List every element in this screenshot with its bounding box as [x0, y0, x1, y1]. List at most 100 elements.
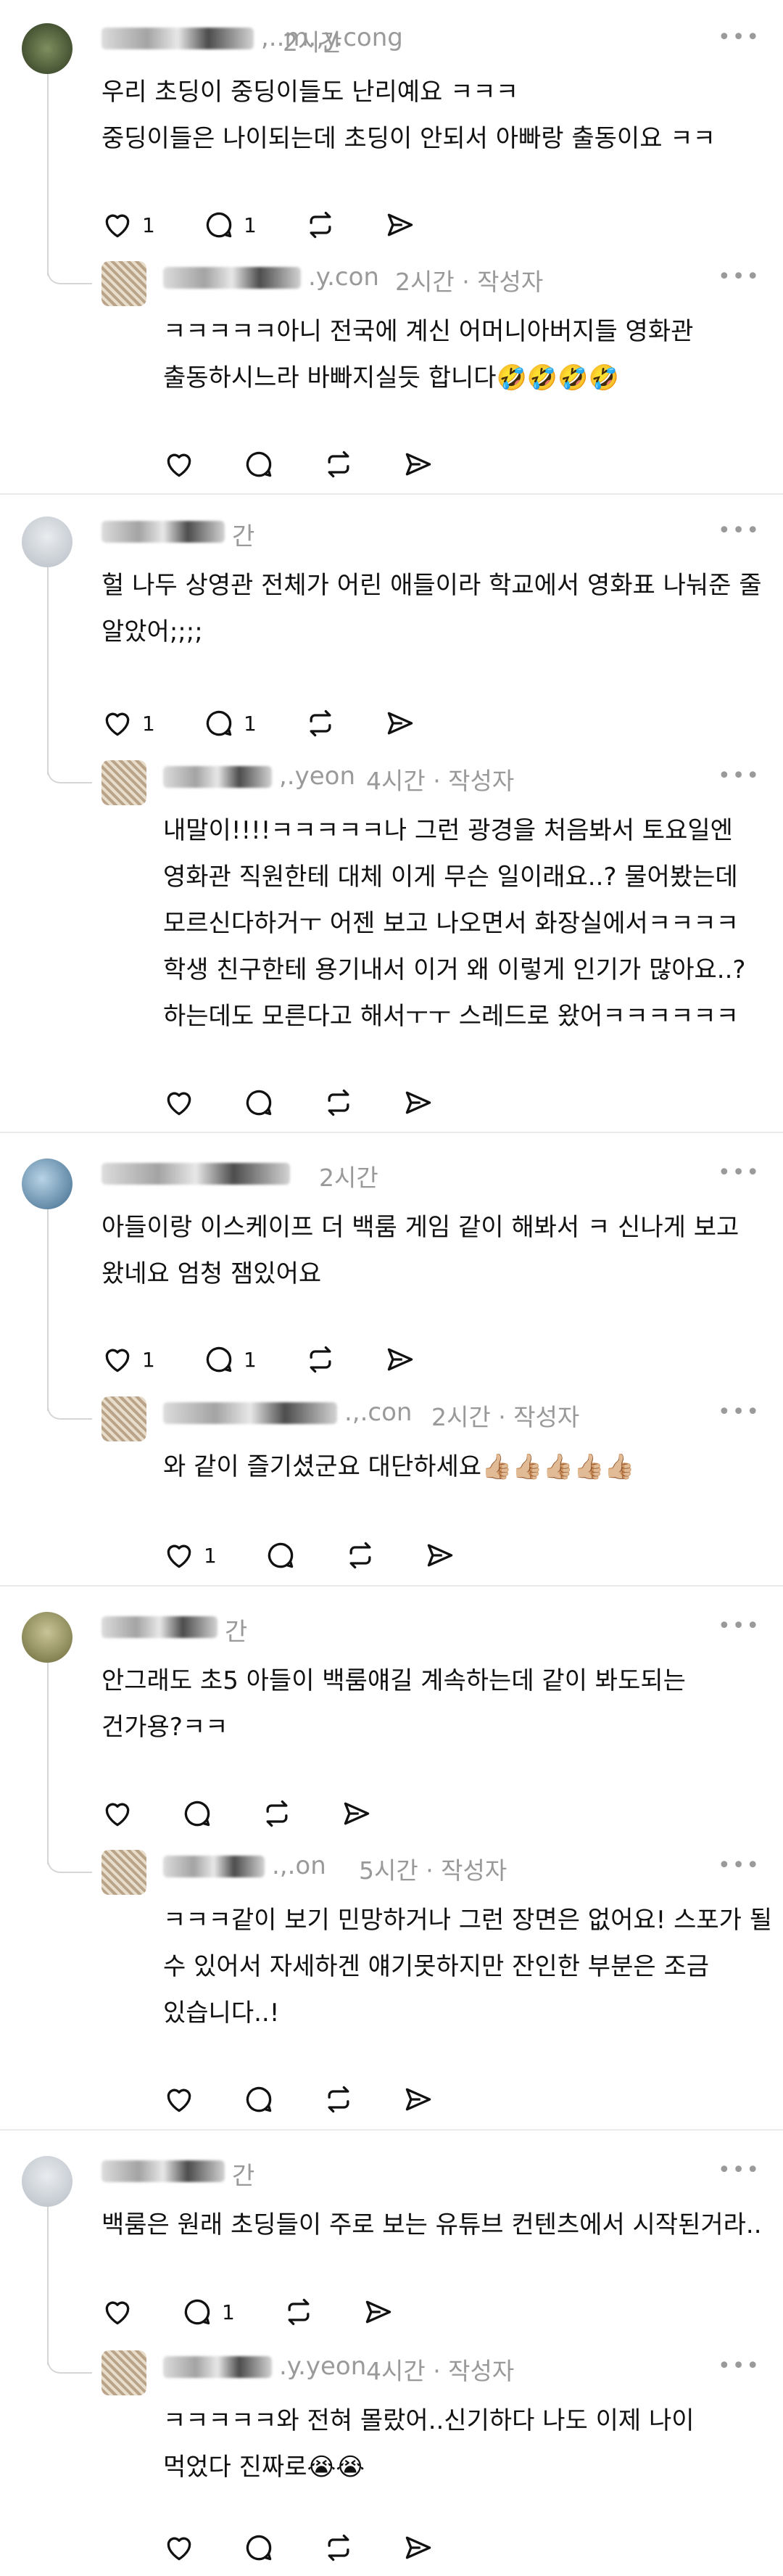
- more-icon[interactable]: •••: [718, 1853, 761, 1878]
- comment-icon[interactable]: [243, 2083, 275, 2115]
- more-icon[interactable]: •••: [718, 264, 761, 289]
- reply-author-suffix: ,.yeon: [279, 762, 356, 791]
- like-icon[interactable]: [102, 209, 133, 241]
- thread-elbow: [47, 1856, 92, 1873]
- repost-icon[interactable]: [323, 2532, 355, 2564]
- like-icon[interactable]: [102, 1798, 133, 1830]
- share-icon[interactable]: [341, 1798, 373, 1830]
- like-count: 1: [142, 213, 155, 237]
- more-icon[interactable]: •••: [718, 25, 761, 50]
- thread-elbow: [47, 766, 92, 783]
- more-icon[interactable]: •••: [718, 1160, 761, 1185]
- avatar[interactable]: [22, 2156, 72, 2207]
- reply-text: 수 있어서 자세하겐 얘기못하지만 잔인한 부분은 조금: [163, 1952, 710, 1981]
- like-icon[interactable]: [163, 448, 195, 480]
- timestamp: 2시간: [319, 1164, 378, 1192]
- comment-divider: [0, 493, 783, 495]
- more-icon[interactable]: •••: [718, 2157, 761, 2183]
- comment-divider: [0, 1132, 783, 1133]
- like-icon[interactable]: [163, 1087, 195, 1119]
- author-name[interactable]: [102, 521, 225, 543]
- share-icon[interactable]: [402, 448, 434, 480]
- reply-text: 학생 친구한테 용기내서 이거 왜 이렇게 인기가 많아요..?: [163, 955, 746, 984]
- comment-icon[interactable]: [203, 1343, 235, 1375]
- reply-author-name[interactable]: [163, 1402, 337, 1424]
- like-icon[interactable]: [102, 707, 133, 739]
- avatar[interactable]: [22, 517, 72, 567]
- reply-text: 내말이!!!!ㅋㅋㅋㅋㅋ나 그런 광경을 처음봐서 토요일엔: [163, 816, 733, 845]
- author-name-suffix: 간: [232, 2162, 255, 2191]
- comment-icon[interactable]: [203, 209, 235, 241]
- reply-text: ㅋㅋㅋㅋㅋ와 전혀 몰랐어..신기하다 나도 이제 나이: [163, 2406, 695, 2435]
- repost-icon[interactable]: [323, 448, 355, 480]
- reply-count: 1: [222, 2300, 235, 2324]
- more-icon[interactable]: •••: [718, 1399, 761, 1425]
- author-avatar[interactable]: [102, 760, 146, 805]
- more-icon[interactable]: •••: [718, 518, 761, 543]
- reply-author-suffix: .y.yeon: [279, 2352, 367, 2381]
- thread-line: [47, 2205, 49, 2365]
- comment-text: 백룸은 원래 초딩들이 주로 보는 유튜브 컨텐츠에서 시작된거라..: [102, 2210, 762, 2239]
- like-icon[interactable]: [102, 1343, 133, 1375]
- share-icon[interactable]: [402, 2083, 434, 2115]
- repost-icon[interactable]: [323, 2083, 355, 2115]
- reply-author-name[interactable]: [163, 1856, 265, 1877]
- avatar[interactable]: [22, 1159, 72, 1209]
- comment-icon[interactable]: [243, 2532, 275, 2564]
- author-avatar[interactable]: [102, 261, 146, 306]
- avatar[interactable]: [22, 1612, 72, 1663]
- author-name[interactable]: [102, 2160, 225, 2182]
- thread-elbow: [47, 2356, 92, 2374]
- author-name[interactable]: [102, 1163, 290, 1185]
- reply-meta: 5시간 · 작성자: [359, 1856, 508, 1885]
- reply-author-name[interactable]: [163, 766, 272, 788]
- repost-icon[interactable]: [344, 1539, 376, 1571]
- like-icon[interactable]: [163, 2532, 195, 2564]
- thread-line: [47, 1208, 49, 1411]
- repost-icon[interactable]: [283, 2296, 315, 2328]
- comment-icon[interactable]: [181, 2296, 213, 2328]
- share-icon[interactable]: [402, 1087, 434, 1119]
- reply-text: ㅋㅋㅋㅋㅋ아니 전국에 계신 어머니아버지들 영화관: [163, 317, 694, 346]
- reply-author-suffix: .,.con: [344, 1398, 413, 1427]
- reply-author-name[interactable]: [163, 267, 301, 289]
- author-avatar[interactable]: [102, 2350, 146, 2395]
- author-avatar[interactable]: [102, 1396, 146, 1441]
- like-icon[interactable]: [102, 2296, 133, 2328]
- thread-elbow: [47, 267, 92, 284]
- repost-icon[interactable]: [304, 707, 336, 739]
- comment-text: 안그래도 초5 아들이 백룸얘길 계속하는데 같이 봐도되는: [102, 1666, 686, 1695]
- author-avatar[interactable]: [102, 1850, 146, 1895]
- more-icon[interactable]: •••: [718, 763, 761, 789]
- like-icon[interactable]: [163, 2083, 195, 2115]
- comment-icon[interactable]: [243, 1087, 275, 1119]
- repost-icon[interactable]: [261, 1798, 293, 1830]
- share-icon[interactable]: [362, 2296, 394, 2328]
- author-name[interactable]: [102, 1616, 218, 1638]
- share-icon[interactable]: [384, 1343, 416, 1375]
- comment-icon[interactable]: [265, 1539, 297, 1571]
- share-icon[interactable]: [384, 707, 416, 739]
- thread-line: [47, 1661, 49, 1864]
- like-icon[interactable]: [163, 1539, 195, 1571]
- comment-icon[interactable]: [203, 707, 235, 739]
- more-icon[interactable]: •••: [718, 2353, 761, 2379]
- reply-author-name[interactable]: [163, 2356, 272, 2378]
- like-count: 1: [142, 712, 155, 736]
- author-name[interactable]: [102, 28, 254, 49]
- reply-text: 와 같이 즐기셨군요 대단하세요👍🏼👍🏼👍🏼👍🏼👍🏼: [163, 1452, 635, 1481]
- share-icon[interactable]: [424, 1539, 456, 1571]
- repost-icon[interactable]: [323, 1087, 355, 1119]
- comment-divider: [0, 1585, 783, 1587]
- more-icon[interactable]: •••: [718, 1613, 761, 1639]
- repost-icon[interactable]: [304, 1343, 336, 1375]
- avatar[interactable]: [22, 23, 72, 74]
- comment-icon[interactable]: [181, 1798, 213, 1830]
- thread-elbow: [47, 1402, 92, 1420]
- share-icon[interactable]: [384, 209, 416, 241]
- timestamp: 2시간: [283, 28, 342, 57]
- reply-text: 하는데도 모른다고 해서ㅜㅜ 스레드로 왔어ㅋㅋㅋㅋㅋㅋ: [163, 1002, 739, 1031]
- share-icon[interactable]: [402, 2532, 434, 2564]
- comment-icon[interactable]: [243, 448, 275, 480]
- repost-icon[interactable]: [304, 209, 336, 241]
